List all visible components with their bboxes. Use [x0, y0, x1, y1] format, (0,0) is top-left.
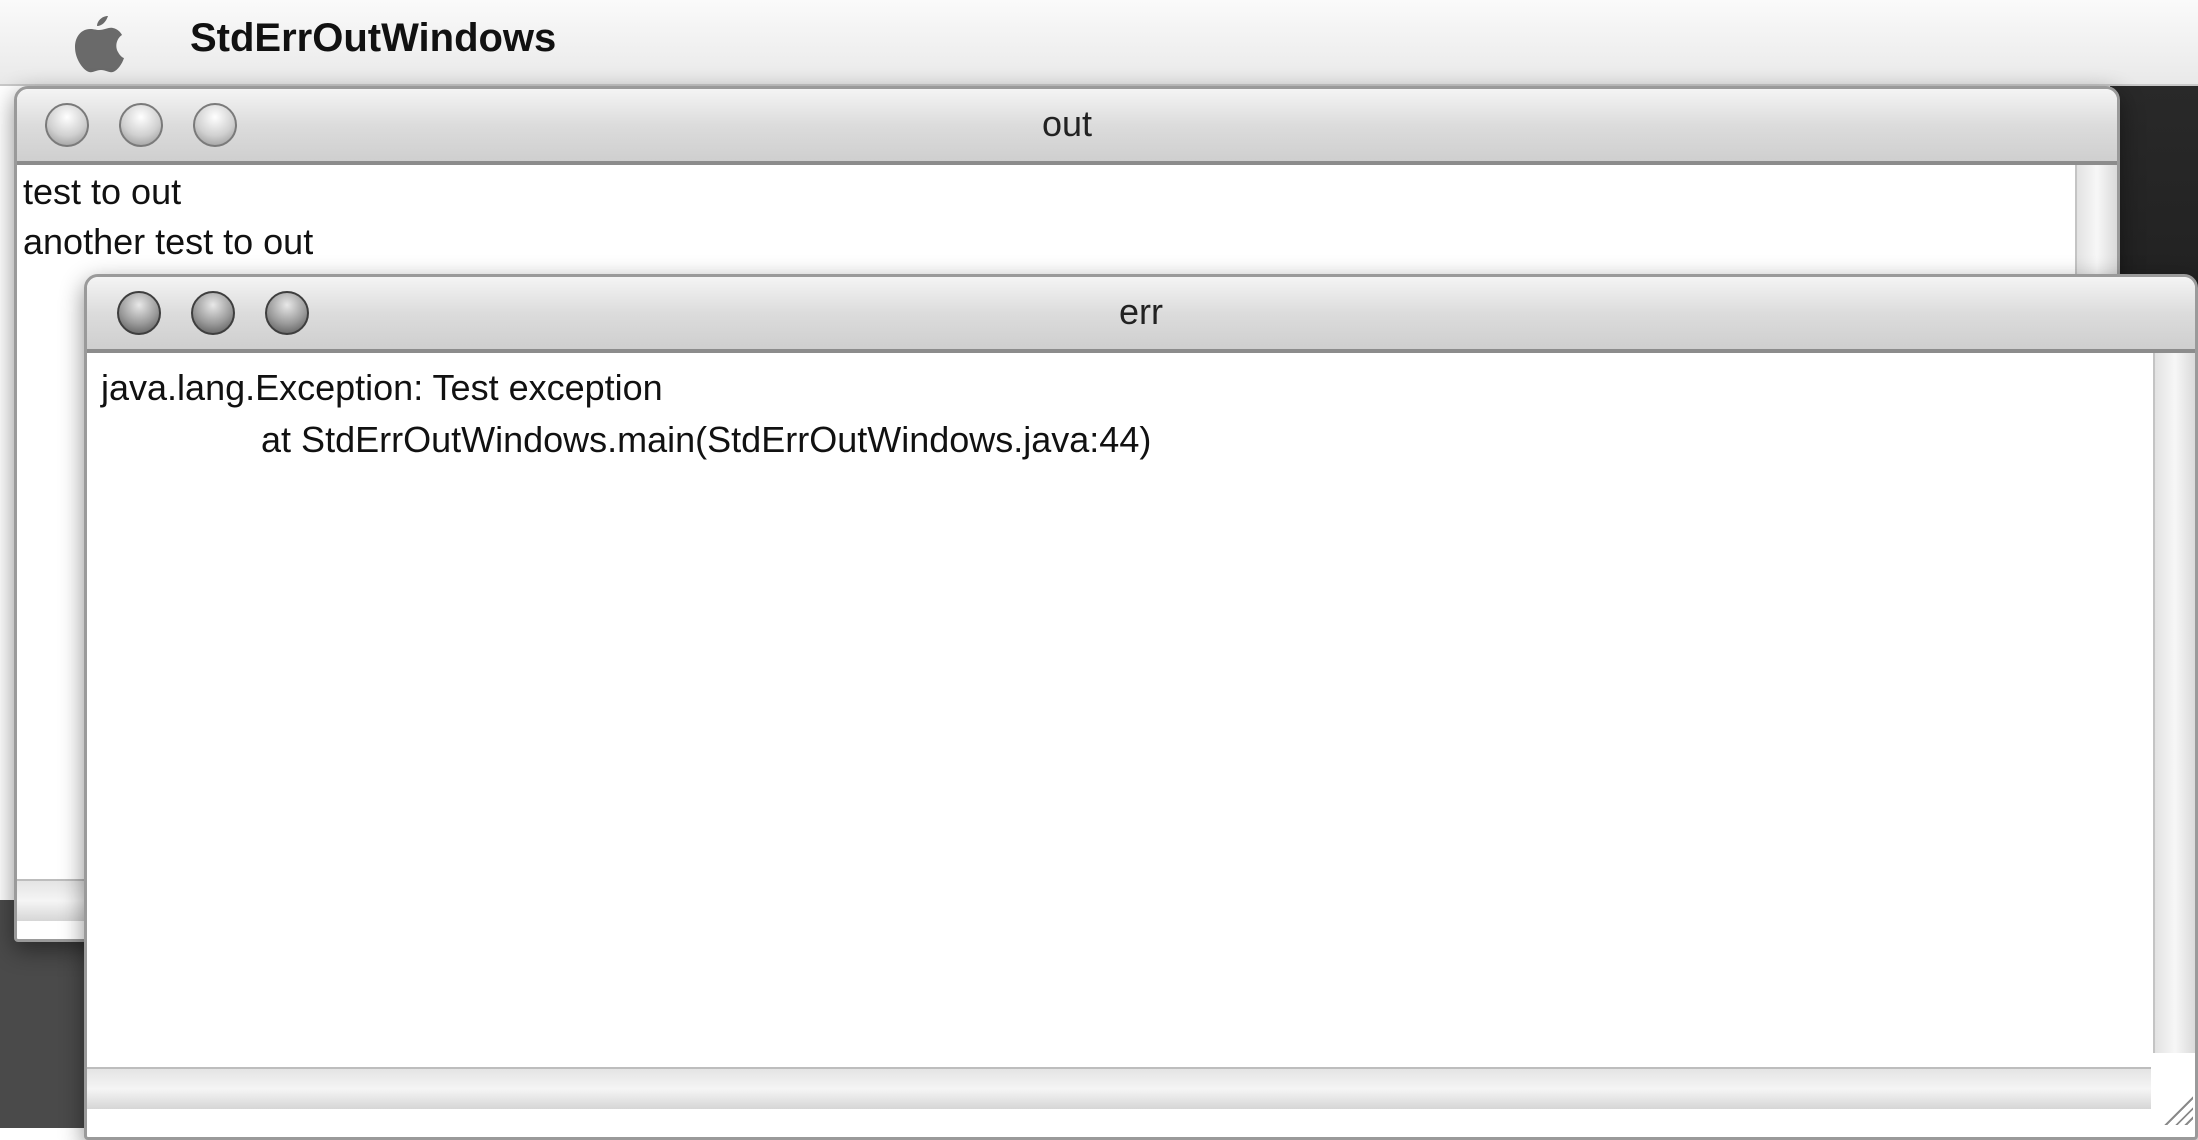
horizontal-scrollbar[interactable]	[87, 1067, 2151, 1109]
err-window-titlebar[interactable]: err	[87, 277, 2195, 353]
stack-trace-line: at StdErrOutWindows.main(StdErrOutWindow…	[101, 419, 1152, 460]
output-line: test to out	[23, 171, 182, 212]
err-window: err java.lang.Exception: Test exception …	[84, 274, 2198, 1140]
output-line: another test to out	[23, 221, 314, 262]
window-title: err	[1119, 291, 1163, 332]
menu-bar: StdErrOutWindows	[0, 0, 2198, 86]
app-menu-title[interactable]: StdErrOutWindows	[190, 16, 556, 61]
err-text-area[interactable]: java.lang.Exception: Test exception at S…	[87, 353, 2195, 1137]
out-window-titlebar[interactable]: out	[17, 89, 2117, 165]
apple-icon[interactable]	[72, 12, 126, 74]
vertical-scrollbar[interactable]	[2153, 353, 2195, 1053]
window-title: out	[1041, 103, 1093, 144]
error-line: java.lang.Exception: Test exception	[101, 367, 663, 408]
resize-grip-icon[interactable]	[2157, 1089, 2193, 1125]
